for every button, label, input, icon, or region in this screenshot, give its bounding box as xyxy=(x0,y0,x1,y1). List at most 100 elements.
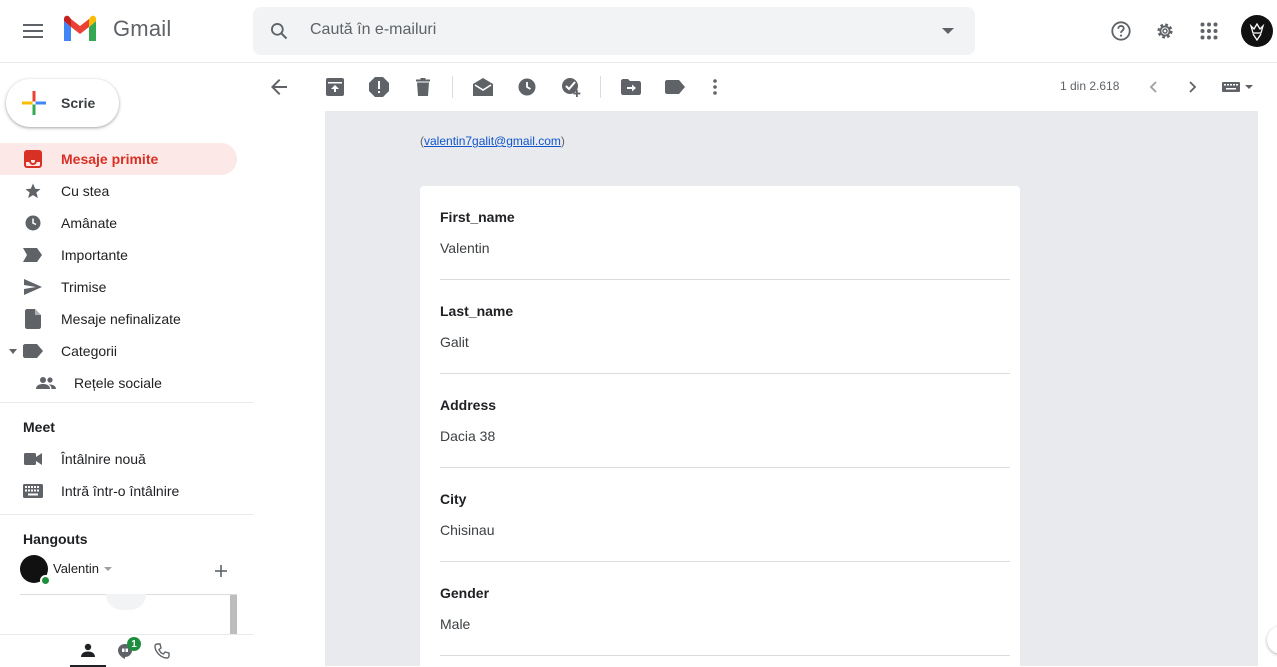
field-value: Chisinau xyxy=(440,522,495,538)
field-label: First_name xyxy=(440,209,515,225)
expand-caret-icon xyxy=(9,349,17,354)
sidebar-divider xyxy=(0,514,253,515)
pagination-count: 1 din 2.618 xyxy=(1060,79,1120,93)
sidebar-item-social[interactable]: Rețele sociale xyxy=(0,367,237,399)
add-task-icon xyxy=(562,78,581,97)
hangouts-scrollbar[interactable] xyxy=(230,595,237,635)
sender-address: (valentin7galit@gmail.com) xyxy=(420,134,565,148)
sidebar-item-categories[interactable]: Categorii xyxy=(0,335,237,367)
search-icon xyxy=(271,23,288,40)
keyboard-icon xyxy=(1221,82,1240,92)
input-tools-button[interactable] xyxy=(1219,75,1255,99)
archive-icon xyxy=(326,78,344,96)
unread-badge: 1 xyxy=(127,637,141,651)
settings-button[interactable] xyxy=(1145,11,1185,51)
toolbar-separator xyxy=(600,76,601,98)
field-value: Male xyxy=(440,616,471,632)
search-bar xyxy=(253,7,975,55)
search-button[interactable] xyxy=(265,17,293,45)
account-avatar[interactable] xyxy=(1241,15,1273,47)
sidebar-item-label: Mesaje primite xyxy=(61,151,159,167)
message-toolbar: 1 din 2.618 xyxy=(253,63,1277,111)
caret-down-icon xyxy=(104,566,113,571)
phone-tab[interactable] xyxy=(144,635,180,667)
labels-button[interactable] xyxy=(655,67,695,107)
apps-grid-icon xyxy=(1200,22,1218,40)
more-options-button[interactable] xyxy=(695,67,735,107)
message-view: (valentin7galit@gmail.com) First_name Va… xyxy=(253,111,1277,666)
search-options-button[interactable] xyxy=(939,22,957,40)
gmail-m-icon xyxy=(64,15,96,41)
trash-icon xyxy=(416,78,430,96)
video-icon xyxy=(23,449,43,469)
star-icon xyxy=(23,181,43,201)
toolbar-separator xyxy=(452,76,453,98)
app-name: Gmail xyxy=(113,16,172,41)
sidebar-item-label: Intră într-o întâlnire xyxy=(61,483,180,499)
meet-section-title: Meet xyxy=(23,419,55,435)
online-status-dot xyxy=(40,575,51,586)
hamburger-menu-icon xyxy=(23,24,43,38)
sidebar-divider xyxy=(0,402,253,403)
move-to-button[interactable] xyxy=(611,67,651,107)
hangouts-user-menu[interactable]: Valentin xyxy=(53,561,113,576)
hangouts-bottom-tabs: 1 xyxy=(0,634,253,667)
mark-unread-button[interactable] xyxy=(463,67,503,107)
add-to-tasks-button[interactable] xyxy=(551,67,591,107)
compose-plus-icon xyxy=(22,91,46,115)
keyboard-icon xyxy=(23,481,43,501)
sidebar-item-label: Trimise xyxy=(61,279,107,295)
inbox-icon xyxy=(23,149,43,169)
search-input[interactable] xyxy=(310,21,910,39)
contacts-tab[interactable] xyxy=(70,635,106,667)
person-icon xyxy=(81,643,95,657)
gmail-logo[interactable]: Gmail xyxy=(62,15,171,43)
form-card: First_name Valentin Last_name Galit Addr… xyxy=(420,186,1020,666)
sidebar-item-important[interactable]: Importante xyxy=(0,239,237,271)
newer-button[interactable] xyxy=(1133,67,1173,107)
snooze-button[interactable] xyxy=(507,67,547,107)
compose-label: Scrie xyxy=(61,95,96,111)
back-button[interactable] xyxy=(259,67,299,107)
sidebar-item-label: Rețele sociale xyxy=(74,375,162,391)
hangouts-user-name: Valentin xyxy=(53,561,100,576)
mark-unread-icon xyxy=(473,78,493,96)
sidebar-item-snoozed[interactable]: Amânate xyxy=(0,207,237,239)
sidebar-item-sent[interactable]: Trimise xyxy=(0,271,237,303)
arrow-back-icon xyxy=(271,79,287,95)
report-icon xyxy=(369,77,389,97)
clock-icon xyxy=(518,78,536,96)
field-value: Valentin xyxy=(440,240,490,256)
sidebar-item-drafts[interactable]: Mesaje nefinalizate xyxy=(0,303,237,335)
delete-button[interactable] xyxy=(403,67,443,107)
main-menu-button[interactable] xyxy=(13,11,53,51)
top-header: Gmail xyxy=(0,0,1277,63)
draft-icon xyxy=(23,309,43,329)
move-to-folder-icon xyxy=(621,79,641,95)
apps-button[interactable] xyxy=(1189,11,1229,51)
new-conversation-button[interactable] xyxy=(211,561,231,581)
label-icon xyxy=(23,341,43,361)
compose-button[interactable]: Scrie xyxy=(6,79,119,127)
sidebar-item-starred[interactable]: Cu stea xyxy=(0,175,237,207)
field-label: City xyxy=(440,491,467,507)
sidebar-item-label: Mesaje nefinalizate xyxy=(61,311,181,327)
phone-icon xyxy=(154,643,170,659)
sender-email-link[interactable]: valentin7galit@gmail.com xyxy=(424,134,561,148)
label-icon xyxy=(665,80,685,94)
clock-icon xyxy=(23,213,43,233)
archive-button[interactable] xyxy=(315,67,355,107)
support-button[interactable] xyxy=(1101,11,1141,51)
sidebar-item-new-meeting[interactable]: Întâlnire nouă xyxy=(0,443,237,475)
sidebar-item-label: Amânate xyxy=(61,215,118,231)
caret-down-icon xyxy=(1244,85,1253,89)
field-label: Gender xyxy=(440,585,490,601)
sidebar-item-inbox[interactable]: Mesaje primite xyxy=(0,143,237,175)
plus-icon xyxy=(215,565,227,577)
older-button[interactable] xyxy=(1173,67,1213,107)
chevron-right-icon xyxy=(1189,81,1197,93)
sidebar-item-join-meeting[interactable]: Intră într-o întâlnire xyxy=(0,475,237,507)
report-spam-button[interactable] xyxy=(359,67,399,107)
gear-icon xyxy=(1157,23,1173,39)
left-sidebar: Scrie Mesaje primite Cu stea Amânate Imp… xyxy=(0,63,253,667)
